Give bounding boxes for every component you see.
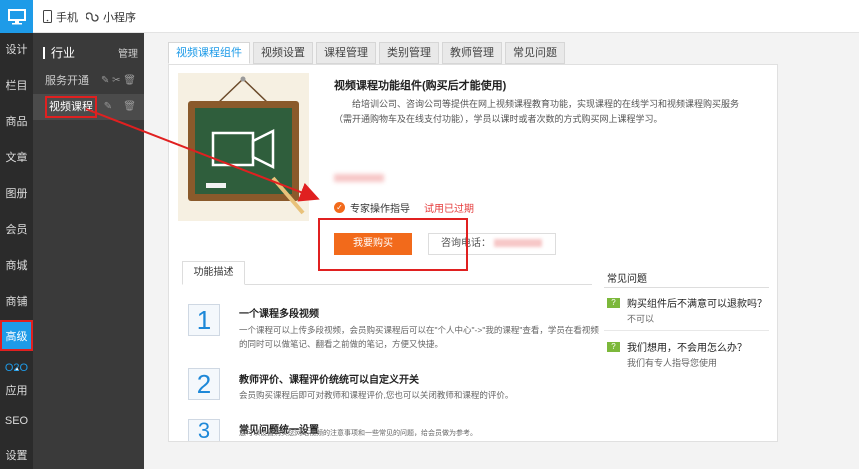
product-description: 给培训公司、咨询公司等提供在网上视频课程教育功能，实现课程的在线学习和视频课程购… [334,99,740,124]
sub-nav-title: 行业 [43,44,75,61]
faq-question[interactable]: ? 我们想用，不会用怎么办？ [607,339,747,354]
faq-answer: 我们有专人指导您使用 [627,358,718,368]
tab-feature-description[interactable]: 功能描述 [182,261,245,285]
phone-icon [43,10,52,23]
nav-o2o[interactable]: O2O [0,361,33,375]
tab-category-manage[interactable]: 类别管理 [379,42,439,64]
nav-advanced[interactable]: 高级▲ [0,320,33,373]
feature-desc: 一个课程可以上传多段视频，会员购买课程后可以在"个人中心"->"我的课程"查看，… [239,325,599,349]
tab-video-component[interactable]: 视频课程组件 [168,42,250,64]
check-icon: ✓ [334,202,345,213]
feature-title: 一个课程多段视频 [239,309,319,320]
miniprogram-icon [86,12,99,22]
edit-icon[interactable]: ✎ [101,75,109,86]
edit-icon[interactable]: ✎ [104,101,112,112]
sub-item-service[interactable]: 服务开通 ✎ ✂ 🗑 [33,68,144,94]
desktop-icon[interactable] [0,0,33,33]
nav-member[interactable]: 会员 [0,223,33,237]
product-image [178,73,309,221]
trash-icon[interactable]: 🗑 [123,101,136,112]
tab-course-manage[interactable]: 课程管理 [316,42,376,64]
nav-app[interactable]: 应用 [0,384,33,398]
highlight-box [318,218,468,271]
sub-item-label: 服务开通 [45,75,89,87]
nav-advanced-label: 高级 [5,331,28,343]
product-title: 视频课程功能组件(购买后才能使用) [334,80,507,92]
faq-question-text: 我们想用，不会用怎么办？ [627,343,747,354]
nav-shop[interactable]: 商铺 [0,295,33,309]
redacted-phone [493,239,542,247]
sub-item-label: 视频课程 [45,96,97,118]
phone-label: 手机 [56,11,78,24]
nav-seo[interactable]: SEO [0,414,33,428]
left-nav: 设计 栏目 商品 文章 图册 会员 商城 商铺 高级▲ O2O 应用 SEO 设… [0,33,33,469]
trial-status: 试用已过期 [424,204,474,215]
chalkboard-video-icon [188,76,305,215]
faq-divider [604,287,769,288]
faq-separator [604,330,769,331]
redacted-price [334,174,384,182]
nav-article[interactable]: 文章 [0,151,33,165]
sub-item-tools: ✎ 🗑 [104,94,136,120]
miniprogram-view-button[interactable]: 小程序 [86,0,136,33]
expert-label: 专家操作指导 [350,204,410,215]
sub-item-tools: ✎ ✂ 🗑 [101,68,136,94]
tab-faq[interactable]: 常见问题 [505,42,565,64]
tab-teacher-manage[interactable]: 教师管理 [442,42,502,64]
sub-nav: 行业 管理 服务开通 ✎ ✂ 🗑 视频课程 ✎ 🗑 [33,33,144,469]
trash-icon[interactable]: 🗑 [123,75,136,86]
manage-link[interactable]: 管理 [118,45,138,60]
question-icon: ? [607,297,620,308]
nav-goods[interactable]: 商品 [0,115,33,129]
cut-icon[interactable]: ✂ [112,75,120,86]
phone-view-button[interactable]: 手机 [43,0,78,33]
question-icon: ? [607,341,620,352]
feature-number: 1 [188,304,220,336]
nav-mall[interactable]: 商城 [0,259,33,273]
miniprogram-label: 小程序 [103,11,136,24]
nav-album[interactable]: 图册 [0,187,33,201]
faq-title: 常见问题 [607,274,647,285]
feature-number: 2 [188,368,220,400]
feature-desc: 会员购买课程后即可对教师和课程评价,您也可以关闭教师和课程的评价。 [239,390,514,400]
faq-answer: 不可以 [627,314,655,324]
component-panel: 视频课程功能组件(购买后才能使用) 给培训公司、咨询公司等提供在网上视频课程教育… [168,64,778,442]
tab-bar: 视频课程组件 视频设置 课程管理 类别管理 教师管理 常见问题 [168,42,568,64]
main-content: 视频课程组件 视频设置 课程管理 类别管理 教师管理 常见问题 视频课程功能组件… [144,33,859,469]
faq-question-text: 购买组件后不满意可以退款吗？ [627,299,767,310]
feature-desc: 您可以设置购买您网站视频的注意事项和一些常见的问题，给会员做为参考。 [239,430,477,437]
tab-video-settings[interactable]: 视频设置 [253,42,313,64]
sub-item-video-course[interactable]: 视频课程 ✎ 🗑 [33,94,144,120]
faq-question[interactable]: ? 购买组件后不满意可以退款吗？ [607,295,767,310]
nav-settings[interactable]: 设置 [0,449,33,463]
nav-column[interactable]: 栏目 [0,79,33,93]
feature-title: 教师评价、课程评价统统可以自定义开关 [239,375,419,386]
nav-design[interactable]: 设计 [0,43,33,57]
top-bar: 手机 小程序 [0,0,859,33]
feature-number: 3 [188,419,220,442]
expert-guide: ✓ 专家操作指导 试用已过期 [334,200,474,215]
